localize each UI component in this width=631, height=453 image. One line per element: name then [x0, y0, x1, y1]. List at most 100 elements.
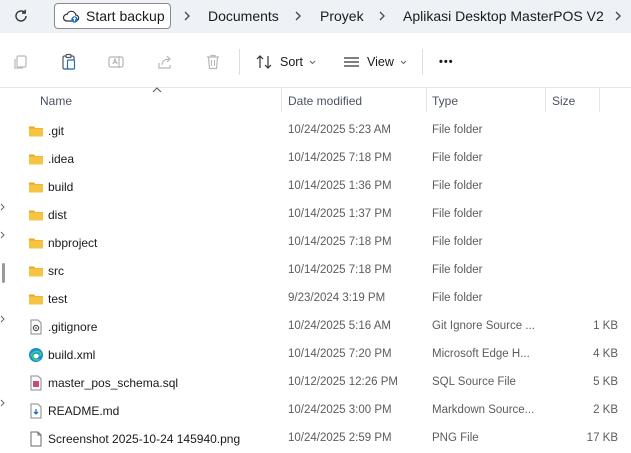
file-date-modified: 10/24/2025 5:16 AM: [288, 320, 391, 332]
file-size: 17 KB: [586, 432, 618, 444]
file-row[interactable]: .gitignore 10/24/2025 5:16 AM Git Ignore S…: [0, 313, 631, 341]
file-name: dist: [48, 208, 67, 222]
breadcrumb-proyek[interactable]: Proyek: [320, 8, 364, 24]
folder-icon: [28, 151, 44, 167]
more-options-button[interactable]: •••: [439, 51, 454, 73]
file-type: Microsoft Edge H...: [432, 348, 530, 360]
file-name: master_pos_schema.sql: [48, 376, 179, 390]
breadcrumb-chevron-icon: [184, 11, 190, 21]
file-name: .idea: [48, 152, 75, 166]
more-options-icon: •••: [439, 56, 454, 68]
column-divider[interactable]: [599, 88, 600, 112]
file-date-modified: 10/12/2025 12:26 PM: [288, 376, 398, 388]
file-type: File folder: [432, 180, 483, 192]
file-row[interactable]: test 9/23/2024 3:19 PM File folder: [0, 285, 631, 313]
folder-icon: [28, 235, 44, 251]
file-name: build: [48, 180, 74, 194]
file-type: File folder: [432, 208, 483, 220]
delete-icon[interactable]: [204, 53, 222, 71]
file-row[interactable]: master_pos_schema.sql 10/12/2025 12:26 PM…: [0, 369, 631, 397]
file-name: nbproject: [48, 236, 98, 250]
column-divider[interactable]: [426, 88, 427, 112]
file-row[interactable]: README.md 10/24/2025 3:00 PM Markdown Sour…: [0, 397, 631, 425]
file-size: 5 KB: [593, 376, 618, 388]
file-type: SQL Source File: [432, 376, 516, 388]
file-size: 1 KB: [593, 320, 618, 332]
chevron-down-icon: [309, 60, 316, 64]
image-file-icon: [28, 431, 44, 447]
breadcrumb-current-folder[interactable]: Aplikasi Desktop MasterPOS V2: [403, 8, 604, 24]
column-header-date-modified[interactable]: Date modified: [288, 94, 362, 108]
start-backup-label: Start backup: [86, 8, 165, 24]
file-type: File folder: [432, 292, 483, 304]
file-date-modified: 9/23/2024 3:19 PM: [288, 292, 386, 304]
file-type: File folder: [432, 264, 483, 276]
file-type: PNG File: [432, 432, 479, 444]
chevron-down-icon: [400, 60, 407, 64]
toolbar-divider: [239, 49, 240, 75]
file-name: src: [48, 264, 64, 278]
column-header-row: Name Date modified Type Size: [0, 87, 631, 114]
toolbar-divider: [422, 49, 423, 75]
file-row[interactable]: .idea 10/14/2025 7:18 PM File folder: [0, 145, 631, 173]
file-date-modified: 10/24/2025 2:59 PM: [288, 432, 392, 444]
sort-ascending-icon: [152, 87, 162, 93]
folder-icon: [28, 263, 44, 279]
sort-icon: [256, 55, 272, 69]
file-type: File folder: [432, 124, 483, 136]
file-date-modified: 10/24/2025 5:23 AM: [288, 124, 391, 136]
file-type: Git Ignore Source ...: [432, 320, 535, 332]
markdown-file-icon: [28, 403, 44, 419]
column-header-type[interactable]: Type: [432, 94, 458, 108]
file-size: 4 KB: [593, 348, 618, 360]
file-date-modified: 10/14/2025 7:20 PM: [288, 348, 392, 360]
view-list-icon: [344, 57, 359, 67]
start-backup-button[interactable]: Start backup: [54, 3, 171, 29]
breadcrumb-chevron-icon: [295, 11, 301, 21]
file-size: 2 KB: [593, 404, 618, 416]
breadcrumb-chevron-icon[interactable]: [614, 9, 622, 23]
refresh-icon[interactable]: [13, 8, 29, 24]
file-date-modified: 10/24/2025 3:00 PM: [288, 404, 392, 416]
file-row[interactable]: src 10/14/2025 7:18 PM File folder: [0, 257, 631, 285]
file-name: README.md: [48, 404, 120, 418]
file-date-modified: 10/14/2025 7:18 PM: [288, 236, 392, 248]
file-date-modified: 10/14/2025 7:18 PM: [288, 152, 392, 164]
file-name: build.xml: [48, 348, 96, 362]
file-type: File folder: [432, 152, 483, 164]
file-date-modified: 10/14/2025 7:18 PM: [288, 264, 392, 276]
file-type: Markdown Source...: [432, 404, 535, 416]
command-bar: Sort View •••: [0, 37, 631, 88]
sort-label: Sort: [280, 55, 303, 69]
column-divider[interactable]: [545, 88, 546, 112]
file-date-modified: 10/14/2025 1:37 PM: [288, 208, 392, 220]
file-row[interactable]: build.xml 10/14/2025 7:20 PM Microsoft Edg…: [0, 341, 631, 369]
file-row[interactable]: dist 10/14/2025 1:37 PM File folder: [0, 201, 631, 229]
rename-icon[interactable]: [107, 53, 125, 71]
view-label: View: [367, 55, 394, 69]
breadcrumb-documents[interactable]: Documents: [208, 8, 279, 24]
column-header-size[interactable]: Size: [552, 94, 575, 108]
share-icon[interactable]: [156, 53, 174, 71]
edge-icon: [28, 347, 44, 363]
file-list: .git 10/24/2025 5:23 AM File folder .idea 10…: [0, 117, 631, 453]
paste-icon[interactable]: [60, 53, 78, 71]
folder-icon: [28, 207, 44, 223]
sql-file-icon: [28, 375, 44, 391]
file-row[interactable]: build 10/14/2025 1:36 PM File folder: [0, 173, 631, 201]
file-date-modified: 10/14/2025 1:36 PM: [288, 180, 392, 192]
column-divider[interactable]: [281, 88, 282, 112]
address-bar: Start backup Documents Proyek Aplikasi D…: [0, 0, 631, 33]
file-row[interactable]: .git 10/24/2025 5:23 AM File folder: [0, 117, 631, 145]
folder-icon: [28, 179, 44, 195]
file-name: .git: [48, 124, 65, 138]
folder-icon: [28, 123, 44, 139]
sort-button[interactable]: Sort: [256, 51, 323, 73]
column-header-name[interactable]: Name: [40, 94, 72, 108]
file-row[interactable]: nbproject 10/14/2025 7:18 PM File folder: [0, 229, 631, 257]
copy-icon[interactable]: [12, 53, 30, 71]
view-button[interactable]: View: [343, 51, 414, 73]
file-type: File folder: [432, 236, 483, 248]
file-row[interactable]: Screenshot 2025-10-24 145940.png 10/24/20…: [0, 425, 631, 453]
gear-file-icon: [28, 319, 44, 335]
